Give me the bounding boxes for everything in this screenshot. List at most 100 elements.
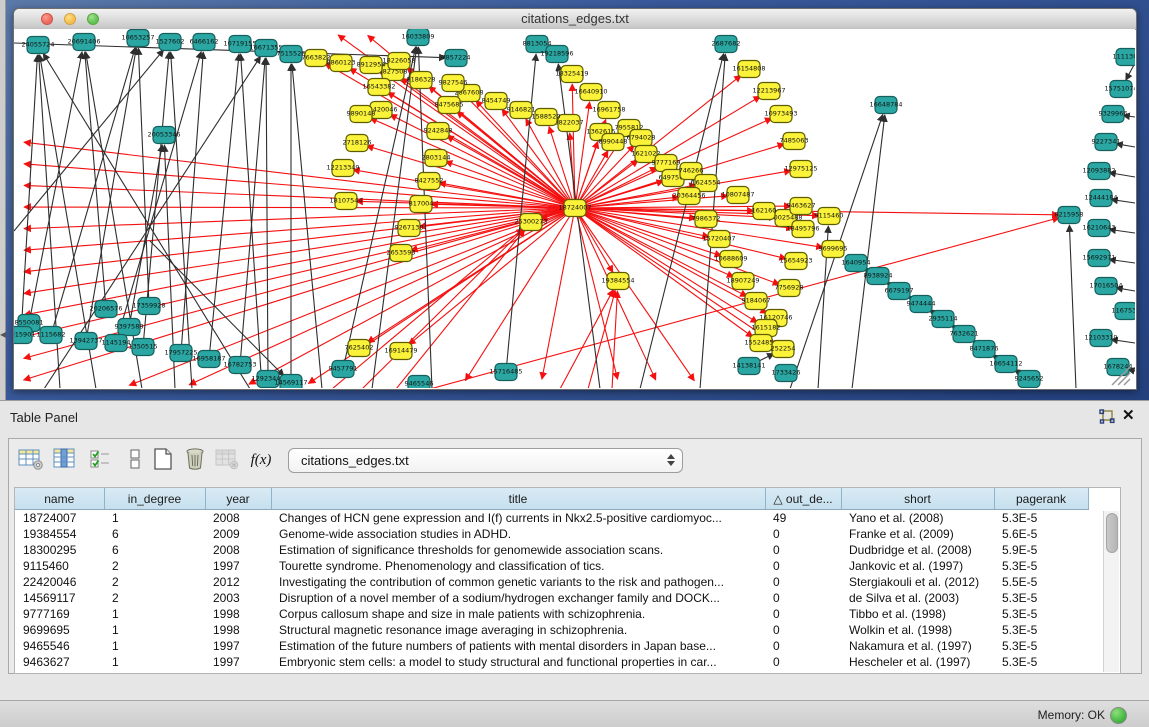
table-cell[interactable]: Tibbo et al. (1998) <box>841 606 994 622</box>
table-cell[interactable]: 1 <box>104 510 205 527</box>
table-cell[interactable]: Yano et al. (2008) <box>841 510 994 527</box>
graph-node[interactable]: 7857224 <box>442 50 471 67</box>
graph-node[interactable]: 15716485 <box>489 364 522 381</box>
graph-node[interactable]: 10654112 <box>989 356 1022 373</box>
graph-node[interactable]: 16154808 <box>732 61 765 78</box>
table-cell[interactable]: 2 <box>104 574 205 590</box>
column-header-in-degree[interactable]: in_degree <box>104 488 205 510</box>
graph-node[interactable]: 16648784 <box>869 97 902 114</box>
graph-node[interactable]: 17016504 <box>1089 278 1122 295</box>
table-cell[interactable]: 0 <box>765 654 841 670</box>
table-cell[interactable]: Dudbridge et al. (2008) <box>841 542 994 558</box>
graph-node[interactable]: 12093882 <box>1082 163 1115 180</box>
table-cell[interactable]: 2003 <box>205 590 271 606</box>
graph-node[interactable]: 6679197 <box>885 283 914 300</box>
table-cell[interactable]: Structural magnetic resonance image aver… <box>271 622 765 638</box>
graph-node[interactable]: 9227341 <box>1092 134 1121 151</box>
table-row[interactable]: 1938455462009Genome-wide association stu… <box>15 526 1088 542</box>
table-cell[interactable]: 5.3E-5 <box>994 606 1088 622</box>
graph-node[interactable]: 1527602 <box>156 34 185 51</box>
table-cell[interactable]: Estimation of significance thresholds fo… <box>271 542 765 558</box>
graph-node[interactable]: 1167533 <box>1112 303 1135 320</box>
table-cell[interactable]: Franke et al. (2009) <box>841 526 994 542</box>
vertical-scrollbar[interactable] <box>1103 511 1119 672</box>
table-cell[interactable]: 0 <box>765 558 841 574</box>
table-cell[interactable]: Embryonic stem cells: a model to study s… <box>271 654 765 670</box>
graph-node[interactable]: 6794028 <box>627 130 656 147</box>
table-cell[interactable]: 1 <box>104 638 205 654</box>
graph-node[interactable]: 8912954 <box>357 57 386 74</box>
table-row[interactable]: 969969511998Structural magnetic resonanc… <box>15 622 1088 638</box>
table-row[interactable]: 946554611997Estimation of the future num… <box>15 638 1088 654</box>
graph-node[interactable]: 2653593 <box>387 245 416 262</box>
table-cell[interactable]: 1997 <box>205 558 271 574</box>
graph-node[interactable]: 2803144 <box>422 150 451 167</box>
table-cell[interactable]: 14569117 <box>15 590 104 606</box>
network-canvas[interactable]: 2405572420691406106532571527602646616210… <box>14 29 1135 388</box>
graph-node[interactable]: 7756928 <box>775 280 804 297</box>
graph-node[interactable]: 18107544 <box>329 193 362 210</box>
graph-node[interactable]: 7625402 <box>345 340 374 357</box>
table-cell[interactable]: 2 <box>104 558 205 574</box>
table-row[interactable]: 977716911998Corpus callosum shape and si… <box>15 606 1088 622</box>
table-cell[interactable]: 5.9E-5 <box>994 542 1088 558</box>
table-cell[interactable]: Tourette syndrome. Phenomenology and cla… <box>271 558 765 574</box>
table-cell[interactable]: 5.3E-5 <box>994 622 1088 638</box>
graph-node[interactable]: 1733426 <box>772 365 801 382</box>
citation-edge-red[interactable] <box>24 164 575 208</box>
graph-node[interactable]: 9329966 <box>1099 106 1128 123</box>
table-cell[interactable]: de Silva et al. (2003) <box>841 590 994 606</box>
graph-node[interactable]: 8454749 <box>482 93 511 110</box>
table-cell[interactable]: 5.3E-5 <box>994 558 1088 574</box>
table-cell[interactable]: 19384554 <box>15 526 104 542</box>
graph-node[interactable]: 8990448 <box>599 134 628 151</box>
table-cell[interactable]: 1 <box>104 606 205 622</box>
graph-node[interactable]: 1588520 <box>532 109 561 126</box>
graph-node[interactable]: 1111304 <box>1113 49 1135 66</box>
graph-node[interactable]: 16033809 <box>401 29 434 46</box>
function-builder-icon[interactable]: f(x) <box>247 447 275 473</box>
table-row[interactable]: 1872400712008Changes of HCN gene express… <box>15 510 1088 527</box>
table-cell[interactable]: 49 <box>765 510 841 527</box>
graph-node[interactable]: 9267130 <box>395 220 424 237</box>
graph-node[interactable]: 16640910 <box>574 84 607 101</box>
network-view-window[interactable]: citations_edges.txt 24055724206914061065… <box>13 8 1137 390</box>
citation-edge-black[interactable] <box>85 52 106 309</box>
graph-node[interactable]: 1350515 <box>129 339 158 356</box>
table-cell[interactable]: 6 <box>104 542 205 558</box>
graph-node[interactable]: 9465546 <box>405 376 434 389</box>
citation-edge-red[interactable] <box>24 207 575 208</box>
table-cell[interactable]: 0 <box>765 606 841 622</box>
table-cell[interactable]: Genome-wide association studies in ADHD. <box>271 526 765 542</box>
table-cell[interactable]: 2008 <box>205 542 271 558</box>
graph-node[interactable]: 1678244 <box>1104 359 1133 376</box>
graph-node[interactable]: 1640954 <box>842 255 871 272</box>
table-cell[interactable]: 5.3E-5 <box>994 510 1088 527</box>
graph-node[interactable]: 1145194 <box>102 335 131 352</box>
memory-ok-indicator-icon[interactable] <box>1110 707 1127 724</box>
table-cell[interactable]: 0 <box>765 622 841 638</box>
graph-node[interactable]: 2718126 <box>343 135 372 152</box>
graph-node[interactable]: 12975125 <box>784 161 817 178</box>
graph-node[interactable]: 252254 <box>771 341 796 358</box>
table-cell[interactable]: 0 <box>765 590 841 606</box>
close-icon[interactable]: ✕ <box>1122 406 1140 424</box>
graph-node[interactable]: 7986372 <box>692 211 721 228</box>
table-cell[interactable]: 18724007 <box>15 510 104 527</box>
table-row[interactable]: 1456911722003Disruption of a novel membe… <box>15 590 1088 606</box>
table-cell[interactable]: 6 <box>104 526 205 542</box>
column-visibility-icon[interactable] <box>51 447 79 473</box>
column-header-year[interactable]: year <box>205 488 271 510</box>
citation-edge-red[interactable] <box>409 208 575 345</box>
citation-edge-black[interactable] <box>1069 225 1076 388</box>
table-cell[interactable]: Stergiakouli et al. (2012) <box>841 574 994 590</box>
graph-node[interactable]: 13942737 <box>69 333 102 350</box>
table-cell[interactable]: 2 <box>104 590 205 606</box>
graph-node[interactable]: 8475685 <box>435 97 464 114</box>
table-cell[interactable]: 9699695 <box>15 622 104 638</box>
select-all-icon[interactable] <box>87 447 115 473</box>
left-panel-splitter[interactable]: ◀ <box>0 0 6 400</box>
table-cell[interactable]: 18300295 <box>15 542 104 558</box>
graph-node[interactable]: 15751074 <box>1104 81 1135 98</box>
citation-edge-black[interactable] <box>51 48 135 335</box>
